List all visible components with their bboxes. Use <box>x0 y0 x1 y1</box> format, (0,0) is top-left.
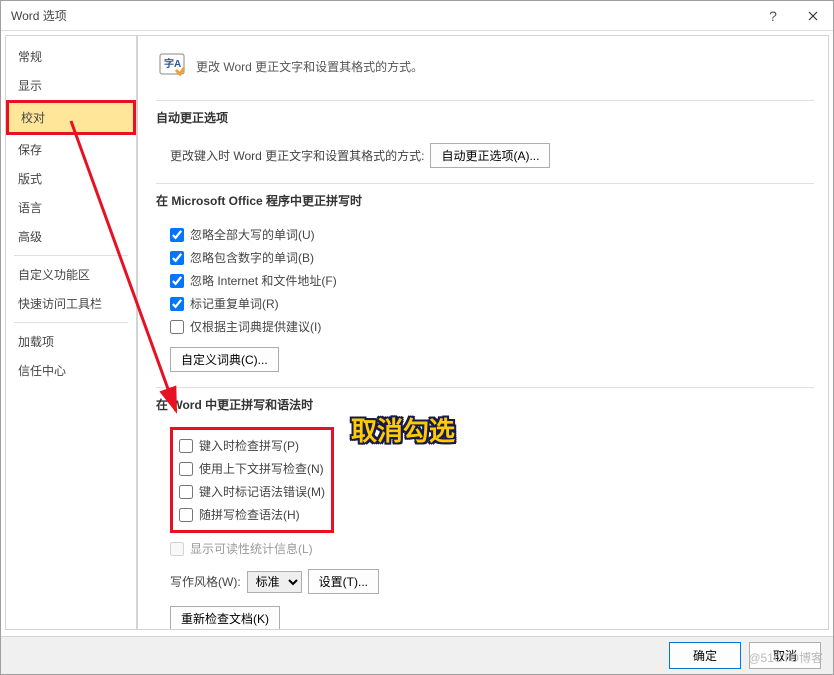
settings-button[interactable]: 设置(T)... <box>308 569 379 594</box>
checkbox-ignore-numbers[interactable] <box>170 251 184 265</box>
svg-text:字A: 字A <box>164 57 181 70</box>
sidebar-item-trust[interactable]: 信任中心 <box>6 356 136 385</box>
label-ignore-numbers[interactable]: 忽略包含数字的单词(B) <box>190 249 314 266</box>
cancel-button[interactable]: 取消 <box>749 642 821 669</box>
section-office-body: 忽略全部大写的单词(U) 忽略包含数字的单词(B) 忽略 Internet 和文… <box>156 215 814 383</box>
dialog-body: 常规 显示 校对 保存 版式 语言 高级 自定义功能区 快速访问工具栏 加载项 … <box>1 31 833 634</box>
content-pane[interactable]: 字A 更改 Word 更正文字和设置其格式的方式。 自动更正选项 更改键入时 W… <box>137 35 829 630</box>
sidebar-item-general[interactable]: 常规 <box>6 42 136 71</box>
section-autocorrect-body: 更改键入时 Word 更正文字和设置其格式的方式: 自动更正选项(A)... <box>156 132 814 179</box>
annotation-highlight-checkboxes: 键入时检查拼写(P) 使用上下文拼写检查(N) 键入时标记语法错误(M) 随拼写… <box>170 427 334 533</box>
label-check-spelling[interactable]: 键入时检查拼写(P) <box>199 437 299 454</box>
dialog-title: Word 选项 <box>11 7 753 24</box>
label-contextual-spelling[interactable]: 使用上下文拼写检查(N) <box>199 460 324 477</box>
sidebar-item-display[interactable]: 显示 <box>6 71 136 100</box>
checkbox-contextual-spelling[interactable] <box>179 462 193 476</box>
word-options-dialog: Word 选项 ? 常规 显示 校对 保存 版式 语言 高级 自定义功能区 快速… <box>0 0 834 675</box>
section-word-title: 在 Word 中更正拼写和语法时 <box>156 387 814 419</box>
checkbox-flag-repeated[interactable] <box>170 297 184 311</box>
checkbox-check-spelling[interactable] <box>179 439 193 453</box>
sidebar: 常规 显示 校对 保存 版式 语言 高级 自定义功能区 快速访问工具栏 加载项 … <box>5 35 137 630</box>
content-inner: 字A 更改 Word 更正文字和设置其格式的方式。 自动更正选项 更改键入时 W… <box>146 40 824 630</box>
autocorrect-options-button[interactable]: 自动更正选项(A)... <box>430 143 550 168</box>
section-autocorrect-title: 自动更正选项 <box>156 100 814 132</box>
section-word-body: 键入时检查拼写(P) 使用上下文拼写检查(N) 键入时标记语法错误(M) 随拼写… <box>156 419 814 630</box>
writing-style-label: 写作风格(W): <box>170 573 241 590</box>
label-mark-grammar[interactable]: 键入时标记语法错误(M) <box>199 483 325 500</box>
checkbox-check-grammar-with-spelling[interactable] <box>179 508 193 522</box>
autocorrect-desc: 更改键入时 Word 更正文字和设置其格式的方式: <box>170 147 424 164</box>
sidebar-item-addins[interactable]: 加载项 <box>6 327 136 356</box>
checkbox-ignore-internet[interactable] <box>170 274 184 288</box>
proofing-icon: 字A <box>156 50 188 82</box>
sidebar-item-language[interactable]: 语言 <box>6 193 136 222</box>
custom-dictionaries-button[interactable]: 自定义词典(C)... <box>170 347 279 372</box>
help-button[interactable]: ? <box>753 1 793 31</box>
checkbox-ignore-uppercase[interactable] <box>170 228 184 242</box>
sidebar-item-save[interactable]: 保存 <box>6 135 136 164</box>
recheck-document-button[interactable]: 重新检查文档(K) <box>170 606 280 630</box>
checkbox-mark-grammar[interactable] <box>179 485 193 499</box>
sidebar-item-qat[interactable]: 快速访问工具栏 <box>6 289 136 318</box>
label-readability-stats: 显示可读性统计信息(L) <box>190 540 313 557</box>
section-office-title: 在 Microsoft Office 程序中更正拼写时 <box>156 183 814 215</box>
page-header-text: 更改 Word 更正文字和设置其格式的方式。 <box>196 58 423 75</box>
checkbox-suggest-main-dict[interactable] <box>170 320 184 334</box>
checkbox-readability-stats <box>170 542 184 556</box>
label-ignore-internet[interactable]: 忽略 Internet 和文件地址(F) <box>190 272 337 289</box>
label-ignore-uppercase[interactable]: 忽略全部大写的单词(U) <box>190 226 315 243</box>
sidebar-item-proofing[interactable]: 校对 <box>9 103 133 132</box>
close-icon <box>808 11 818 21</box>
label-flag-repeated[interactable]: 标记重复单词(R) <box>190 295 279 312</box>
page-header: 字A 更改 Word 更正文字和设置其格式的方式。 <box>156 42 814 96</box>
label-check-grammar-with-spelling[interactable]: 随拼写检查语法(H) <box>199 506 300 523</box>
sidebar-item-layout[interactable]: 版式 <box>6 164 136 193</box>
titlebar: Word 选项 ? <box>1 1 833 31</box>
sidebar-divider <box>14 255 128 256</box>
writing-style-select[interactable]: 标准 <box>247 571 302 593</box>
sidebar-item-advanced[interactable]: 高级 <box>6 222 136 251</box>
annotation-highlight-sidebar: 校对 <box>6 100 136 135</box>
label-suggest-main-dict[interactable]: 仅根据主词典提供建议(I) <box>190 318 321 335</box>
dialog-footer: 确定 取消 <box>1 636 833 674</box>
ok-button[interactable]: 确定 <box>669 642 741 669</box>
close-button[interactable] <box>793 1 833 31</box>
sidebar-divider <box>14 322 128 323</box>
sidebar-item-customize-ribbon[interactable]: 自定义功能区 <box>6 260 136 289</box>
